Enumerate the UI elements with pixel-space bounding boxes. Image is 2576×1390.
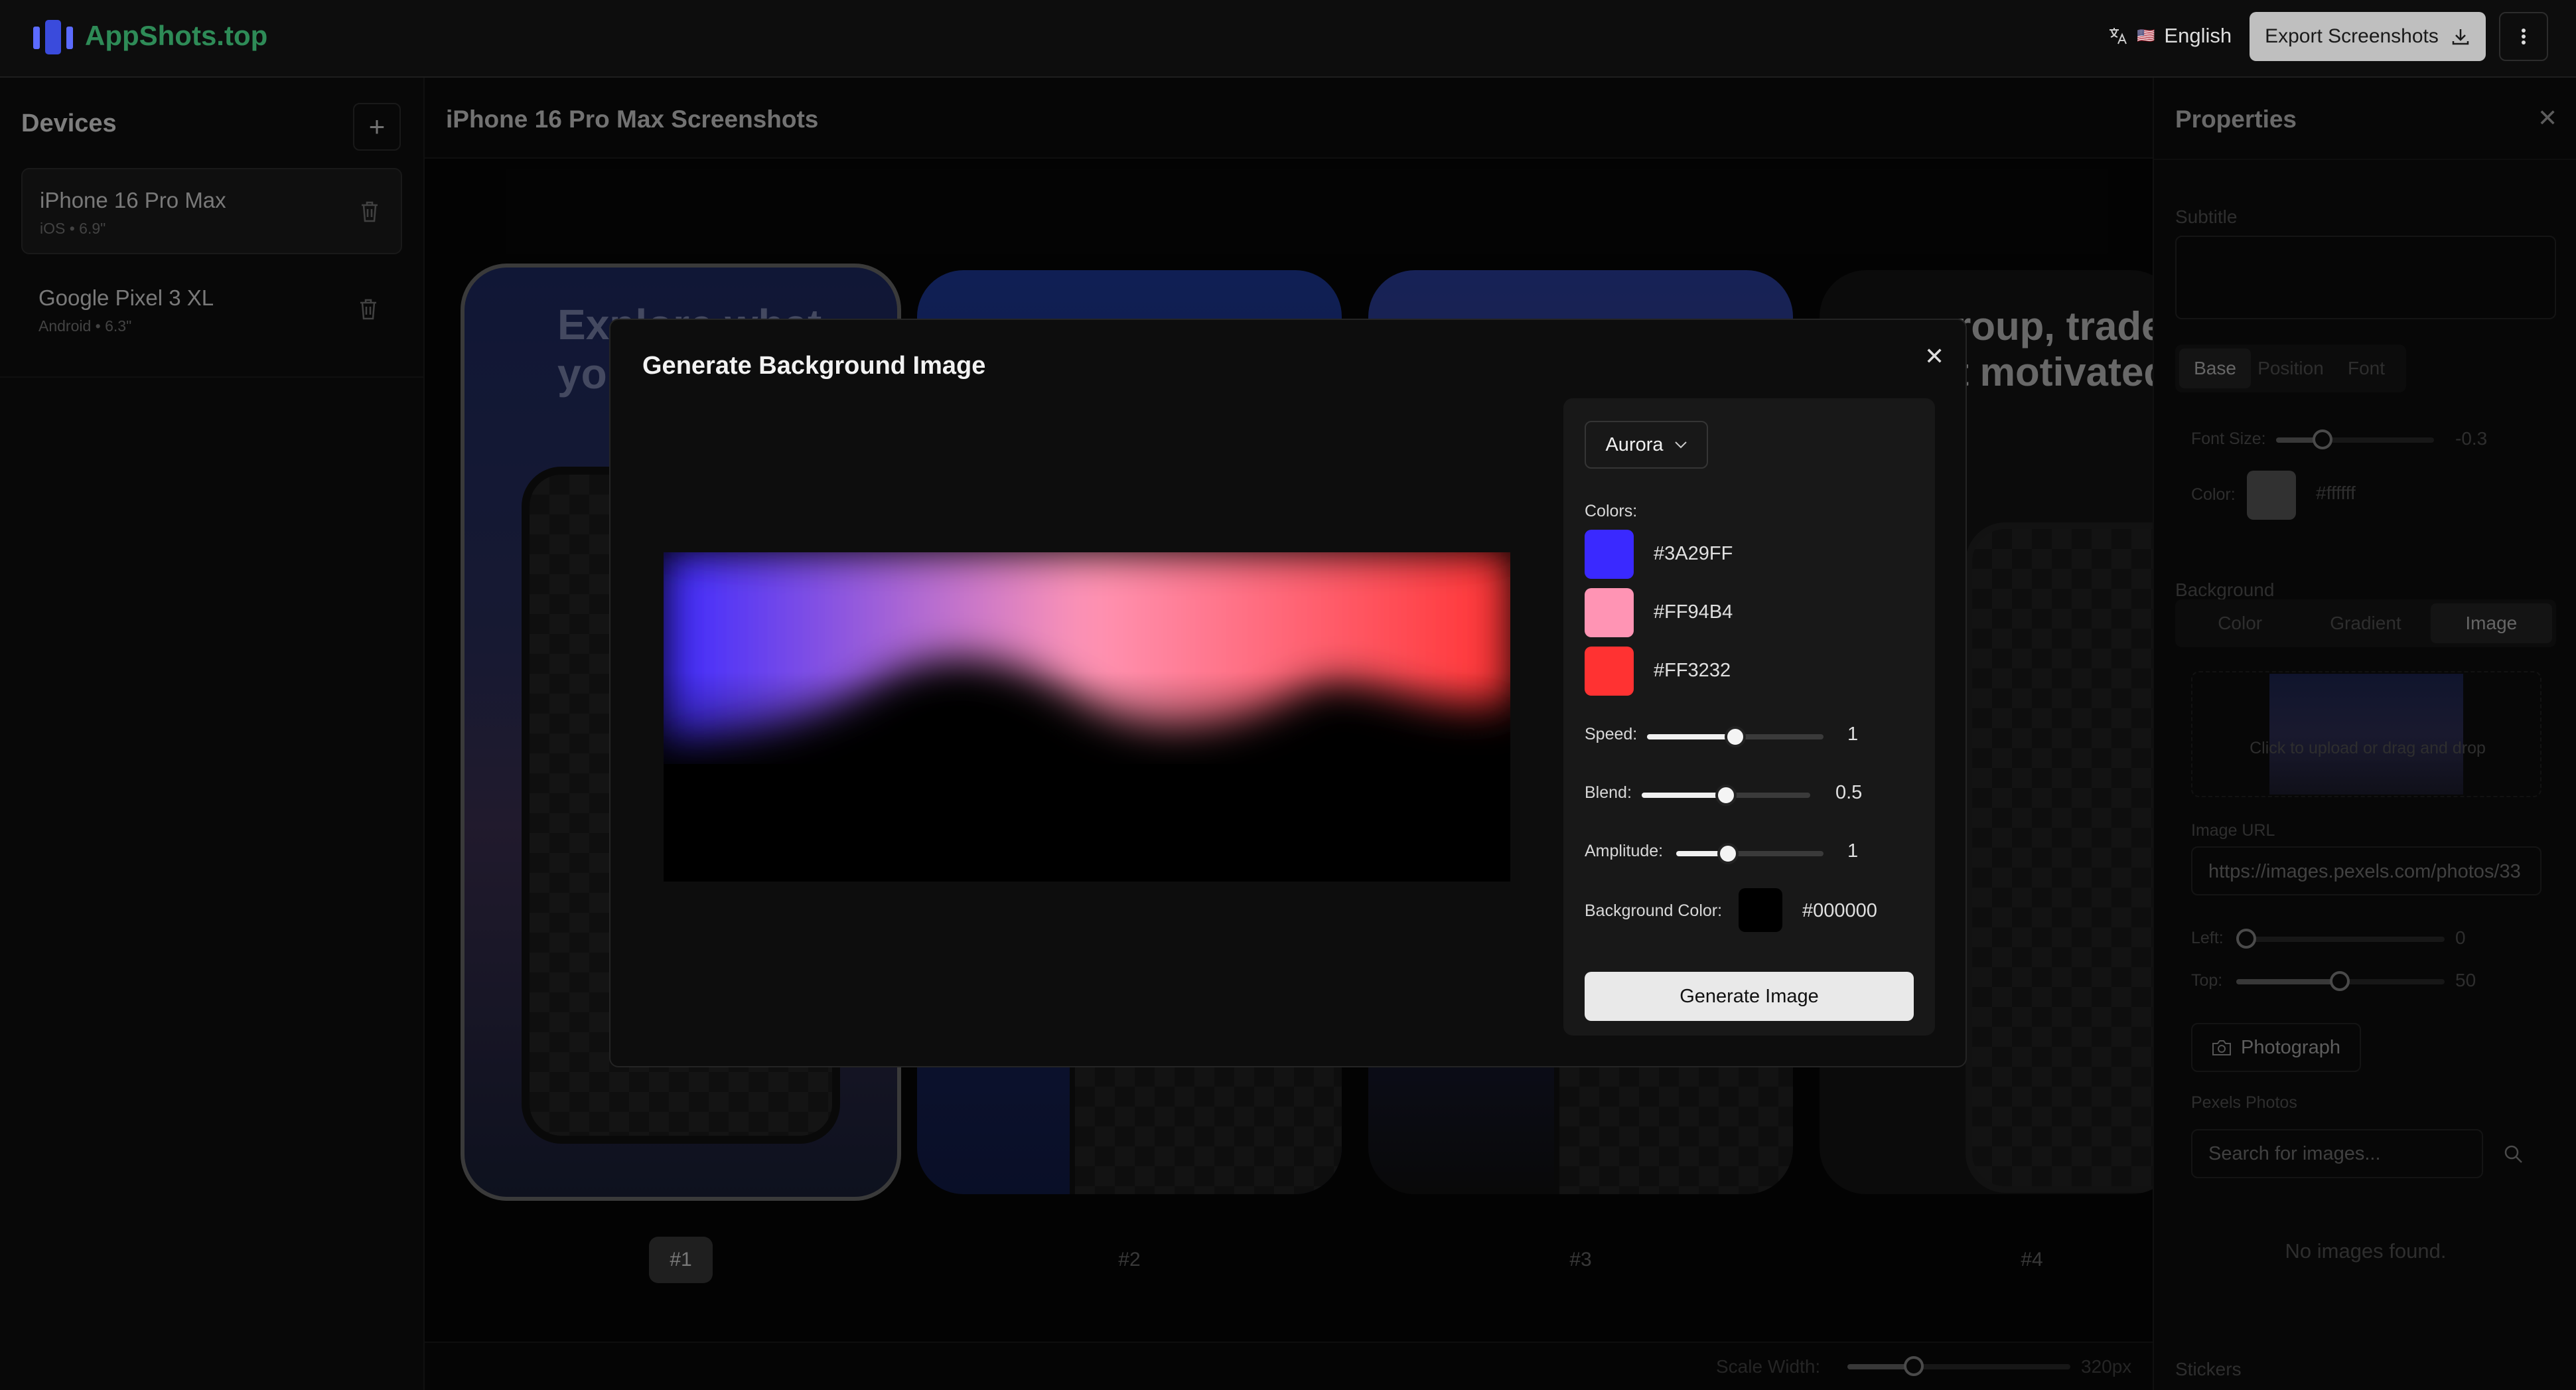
color-hex-1: #3A29FF [1654, 543, 1733, 564]
language-selector[interactable]: 🇺🇸 English [2108, 24, 2232, 48]
background-color-value: #000000 [1802, 900, 1877, 921]
translate-icon [2110, 28, 2127, 44]
preset-value: Aurora [1605, 433, 1664, 455]
aurora-preview [664, 552, 1510, 882]
chevron-down-icon [1674, 441, 1687, 449]
slider-fill [1647, 734, 1735, 739]
blend-value: 0.5 [1835, 782, 1863, 803]
flag-icon: 🇺🇸 [2137, 27, 2155, 44]
color-hex-2: #FF94B4 [1654, 601, 1733, 623]
background-color-swatch[interactable] [1739, 888, 1782, 932]
more-options-button[interactable] [2499, 12, 2548, 61]
app-name[interactable]: AppShots.top [85, 20, 267, 52]
color-swatch-3[interactable] [1585, 647, 1634, 696]
colors-label: Colors: [1585, 502, 1638, 520]
slider-thumb[interactable] [1715, 785, 1737, 806]
export-screenshots-button[interactable]: Export Screenshots [2250, 12, 2486, 61]
export-label: Export Screenshots [2265, 25, 2439, 47]
modal-title: Generate Background Image [642, 352, 986, 380]
generate-background-modal: Generate Background Image ✕ Aurora Color… [609, 319, 1967, 1067]
app-logo-icon [33, 20, 73, 54]
background-color-label: Background Color: [1585, 901, 1723, 920]
color-swatch-2[interactable] [1585, 588, 1634, 637]
blend-label: Blend: [1585, 783, 1632, 802]
slider-fill [1642, 793, 1726, 798]
amplitude-label: Amplitude: [1585, 842, 1664, 860]
speed-label: Speed: [1585, 725, 1638, 743]
preset-dropdown[interactable]: Aurora [1585, 421, 1708, 469]
more-vertical-icon [2522, 29, 2526, 44]
slider-thumb[interactable] [1725, 726, 1746, 747]
generate-image-button[interactable]: Generate Image [1585, 972, 1914, 1021]
color-hex-3: #FF3232 [1654, 660, 1731, 681]
top-bar: AppShots.top 🇺🇸 English Export Screensho… [0, 0, 2576, 78]
language-label: English [2164, 24, 2232, 47]
close-icon[interactable]: ✕ [1924, 343, 1944, 370]
generator-controls: Aurora Colors: #3A29FF #FF94B4 #FF3232 S… [1563, 398, 1935, 1036]
speed-value: 1 [1847, 724, 1859, 745]
slider-thumb[interactable] [1717, 843, 1739, 864]
color-swatch-1[interactable] [1585, 530, 1634, 579]
amplitude-value: 1 [1847, 840, 1859, 862]
download-icon [2452, 29, 2469, 45]
